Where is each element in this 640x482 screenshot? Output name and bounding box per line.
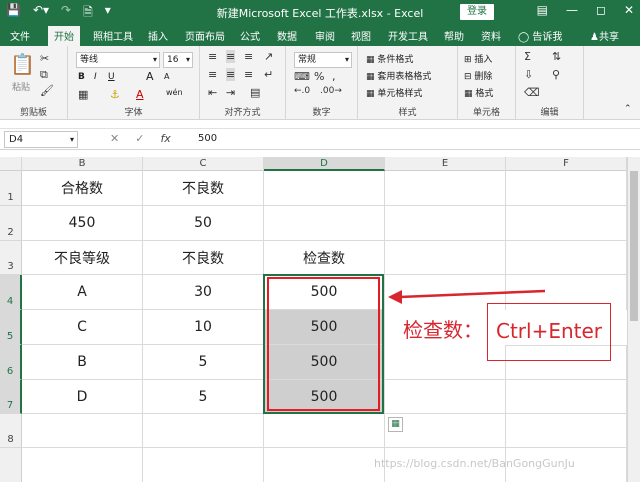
quick-analysis-icon[interactable]: ▦ <box>388 417 403 432</box>
scrollbar-thumb[interactable] <box>630 171 638 321</box>
annotation-arrow <box>388 289 546 304</box>
shortcut-callout: Ctrl+Enter <box>487 303 611 361</box>
watermark: https://blog.csdn.net/BanGongGunJu <box>374 457 575 470</box>
annotation-label: 检查数： <box>403 318 483 342</box>
vertical-scrollbar[interactable] <box>627 157 640 482</box>
